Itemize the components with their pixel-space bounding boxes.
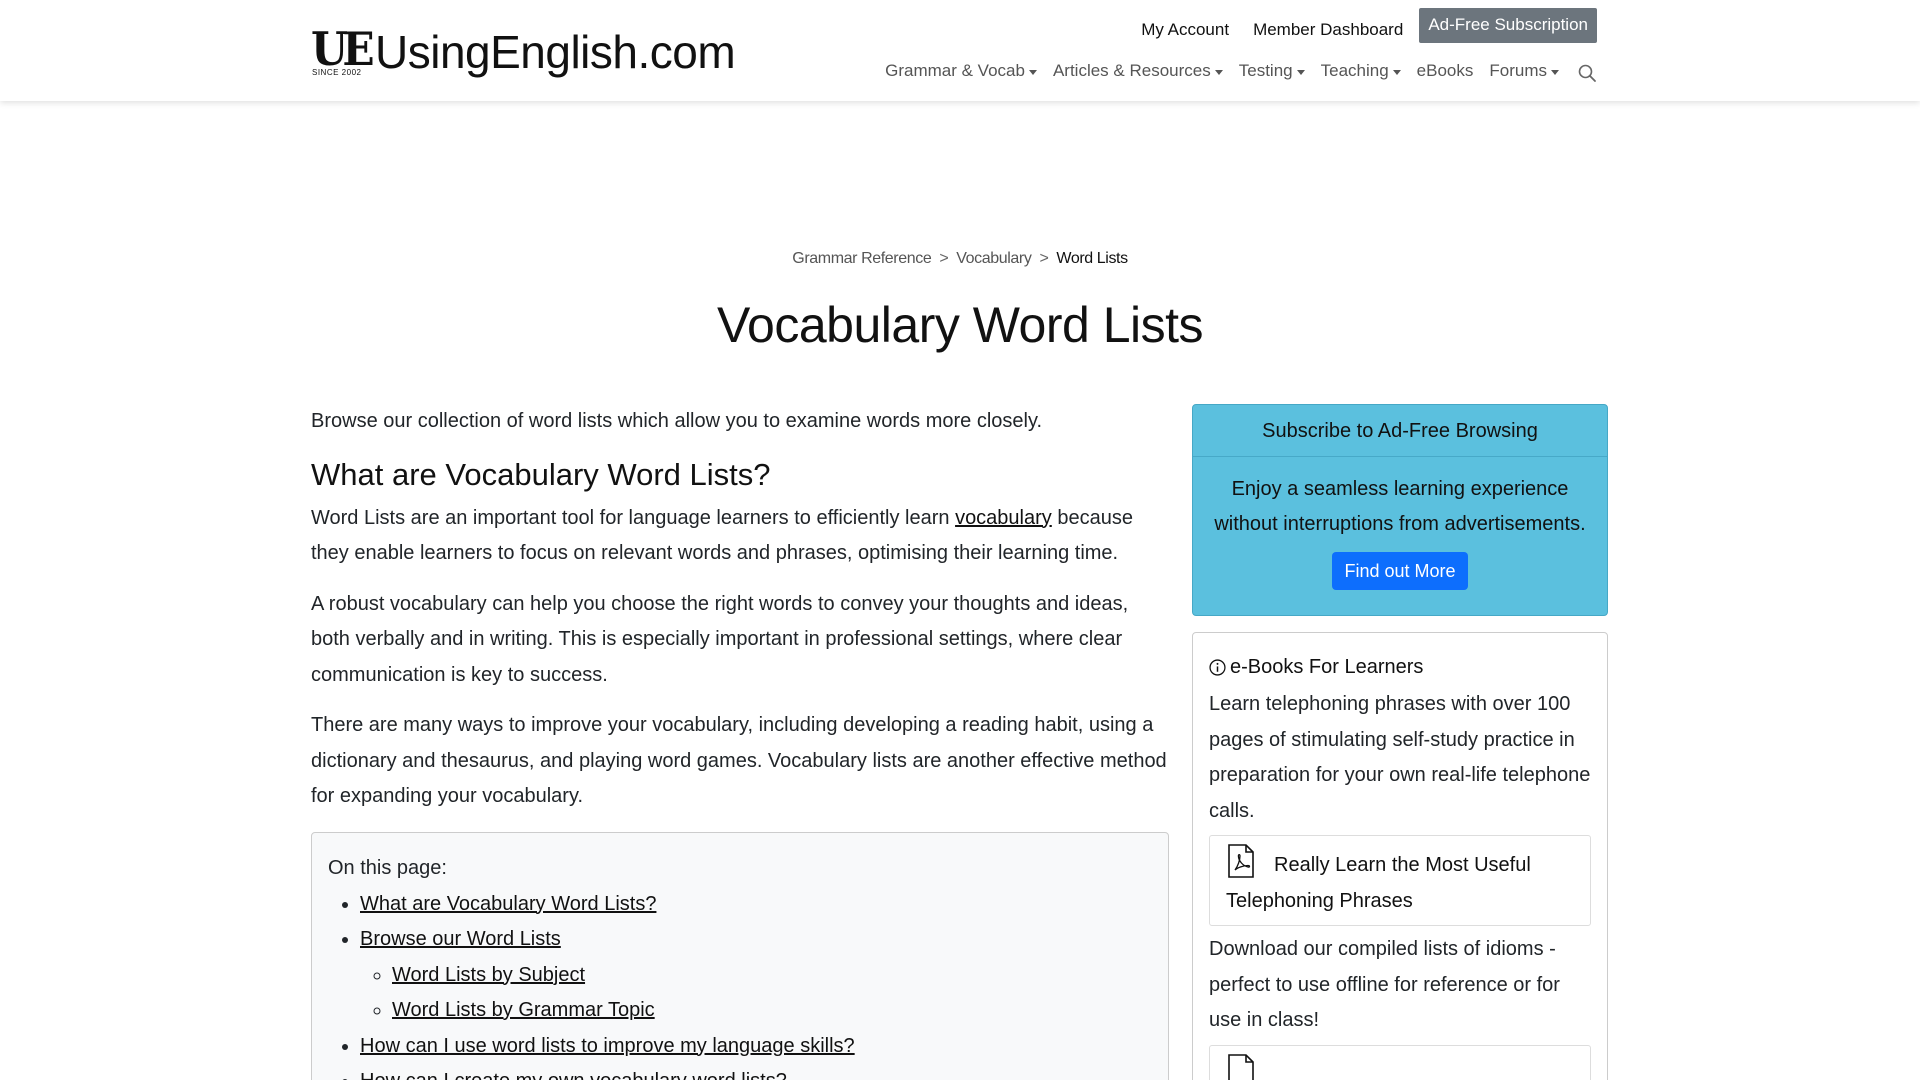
page-title: Vocabulary Word Lists	[716, 297, 1204, 353]
nav-label: Forums	[1489, 61, 1547, 80]
info-icon	[1209, 658, 1226, 676]
toc-item: Browse our Word Lists Word Lists by Subj…	[360, 922, 1152, 1029]
toc-sublist: Word Lists by Subject Word Lists by Gram…	[392, 958, 1152, 1029]
member-dashboard-link[interactable]: Member Dashboard	[1253, 11, 1403, 40]
ad-free-promo-card: Subscribe to Ad-Free Browsing Enjoy a se…	[1192, 404, 1608, 616]
promo-title: Subscribe to Ad-Free Browsing	[1193, 405, 1607, 457]
logo-wordmark: UsingEnglish.com	[375, 26, 736, 78]
ebooks-title: e-Books For Learners	[1230, 656, 1424, 678]
toc-link-by-grammar-topic[interactable]: Word Lists by Grammar Topic	[392, 999, 655, 1021]
ebook-idioms-link[interactable]	[1209, 1044, 1591, 1080]
main-nav: Grammar & Vocab Articles & Resources Tes…	[869, 61, 1597, 83]
main-content: Browse our collection of word lists whic…	[311, 404, 1169, 830]
nav-grammar-vocab[interactable]: Grammar & Vocab	[885, 61, 1037, 81]
section-heading: What are Vocabulary Word Lists?	[311, 456, 771, 492]
nav-forums[interactable]: Forums	[1489, 61, 1559, 81]
breadcrumb-vocabulary[interactable]: Vocabulary	[956, 250, 1032, 268]
logo-monogram: UE	[311, 22, 375, 76]
ebooks-card: e-Books For Learners Learn telephoning p…	[1192, 632, 1608, 1080]
search-icon[interactable]	[1577, 63, 1597, 83]
toc-link-by-subject[interactable]: Word Lists by Subject	[392, 964, 585, 986]
account-links: My Account Member Dashboard Ad-Free Subs…	[1117, 8, 1597, 43]
breadcrumb-grammar-reference[interactable]: Grammar Reference	[792, 250, 931, 268]
toc-item: What are Vocabulary Word Lists?	[360, 887, 1152, 923]
toc-link-what-are-word-lists[interactable]: What are Vocabulary Word Lists?	[360, 893, 656, 915]
ebooks-description: Learn telephoning phrases with over 100 …	[1209, 693, 1591, 822]
ebooks-idioms-description: Download our compiled lists of idioms - …	[1209, 938, 1560, 1031]
ebook-title: Really Learn the Most Useful Telephoning…	[1226, 854, 1531, 912]
table-of-contents: On this page: What are Vocabulary Word L…	[311, 832, 1169, 1080]
promo-text-line2: without interruptions from advertisement…	[1214, 513, 1586, 535]
ebooks-heading: e-Books For Learners	[1209, 653, 1591, 681]
caret-down-icon	[1551, 69, 1559, 75]
toc-link-how-use-word-lists[interactable]: How can I use word lists to improve my l…	[360, 1035, 855, 1057]
toc-subitem: Word Lists by Grammar Topic	[392, 993, 1152, 1029]
breadcrumb-separator: >	[1039, 250, 1049, 267]
breadcrumb: Grammar Reference > Vocabulary > Word Li…	[0, 250, 1920, 268]
promo-text-line1: Enjoy a seamless learning experience	[1231, 478, 1569, 500]
toc-subitem: Word Lists by Subject	[392, 958, 1152, 994]
caret-down-icon	[1392, 69, 1401, 75]
logo-using: Using	[375, 26, 491, 78]
toc-item: How can I use word lists to improve my l…	[360, 1029, 1152, 1065]
pdf-file-icon	[1228, 1053, 1254, 1080]
paragraph-word-lists: Word Lists are an important tool for lan…	[311, 501, 1169, 572]
logo-english: English	[490, 26, 638, 78]
paragraph-text: Word Lists are an important tool for lan…	[311, 506, 956, 529]
nav-ebooks[interactable]: eBooks	[1417, 61, 1474, 81]
intro-paragraph: Browse our collection of word lists whic…	[311, 410, 1043, 432]
nav-label: Grammar & Vocab	[885, 61, 1025, 80]
toc-link-browse-word-lists[interactable]: Browse our Word Lists	[360, 928, 561, 950]
my-account-link[interactable]: My Account	[1141, 11, 1229, 40]
nav-articles-resources[interactable]: Articles & Resources	[1053, 61, 1223, 81]
toc-list: What are Vocabulary Word Lists? Browse o…	[360, 887, 1152, 1080]
vocabulary-link[interactable]: vocabulary	[955, 507, 1052, 529]
logo-domain: .com	[637, 26, 736, 78]
nav-label: Teaching	[1320, 61, 1389, 80]
toc-link-how-create-word-lists[interactable]: How can I create my own vocabulary word …	[360, 1070, 787, 1080]
find-out-more-button[interactable]: Find out More	[1332, 552, 1468, 590]
promo-body: Enjoy a seamless learning experience wit…	[1193, 457, 1607, 590]
site-logo[interactable]: UE SINCE 2002 UsingEnglish.com	[311, 22, 736, 78]
paragraph-robust-vocabulary: A robust vocabulary can help you choose …	[311, 592, 1129, 686]
ad-free-subscription-button[interactable]: Ad-Free Subscription	[1419, 8, 1597, 43]
nav-label: eBooks	[1416, 61, 1474, 80]
caret-down-icon	[1028, 69, 1037, 75]
pdf-file-icon	[1228, 844, 1254, 878]
nav-testing[interactable]: Testing	[1239, 61, 1305, 81]
site-header: UE SINCE 2002 UsingEnglish.com My Accoun…	[0, 0, 1920, 101]
caret-down-icon	[1296, 69, 1305, 75]
toc-item: How can I create my own vocabulary word …	[360, 1064, 1152, 1080]
breadcrumb-current: Word Lists	[1056, 250, 1128, 267]
logo-since: SINCE 2002	[312, 68, 362, 77]
nav-label: Articles & Resources	[1052, 61, 1211, 80]
nav-teaching[interactable]: Teaching	[1321, 61, 1401, 81]
toc-title: On this page:	[328, 857, 447, 879]
caret-down-icon	[1214, 69, 1223, 75]
ebook-telephoning-link[interactable]: Really Learn the Most Useful Telephoning…	[1209, 835, 1591, 926]
logo-mark: UE SINCE 2002	[311, 22, 375, 78]
paragraph-improve-vocabulary: There are many ways to improve your voca…	[311, 714, 1167, 807]
breadcrumb-separator: >	[939, 250, 949, 267]
nav-label: Testing	[1238, 61, 1293, 80]
